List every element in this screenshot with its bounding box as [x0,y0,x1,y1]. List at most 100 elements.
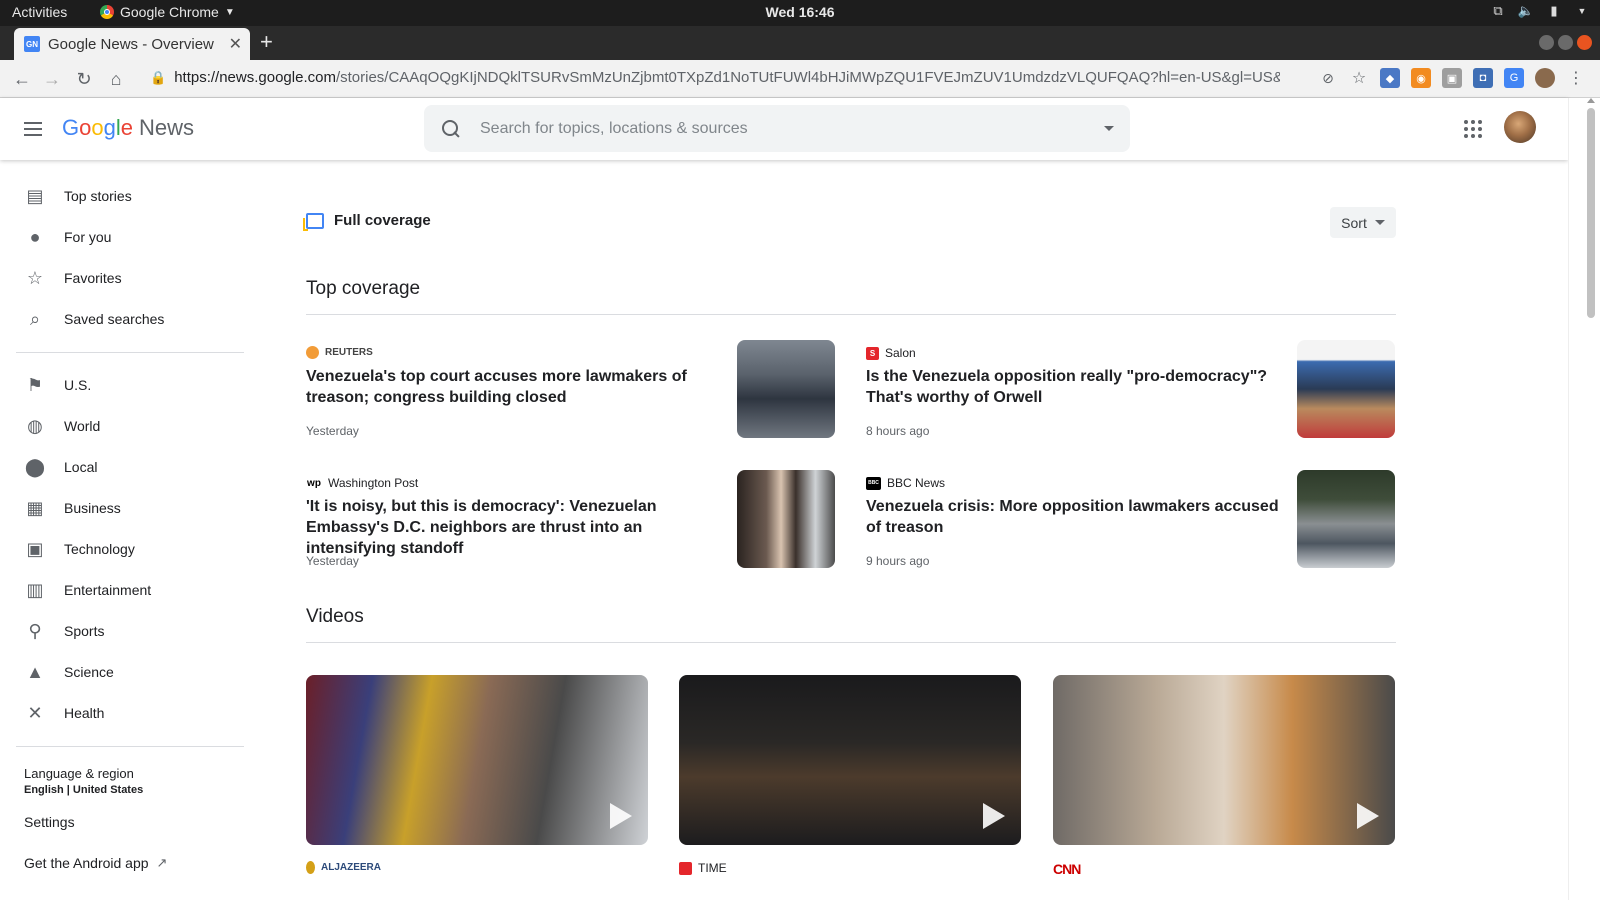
video-card[interactable]: CNN [1053,675,1395,897]
chevron-down-icon [1374,220,1385,225]
bbc-logo-icon: BBC [866,476,881,490]
video-card[interactable]: ALJAZEERA [306,675,648,897]
story-thumbnail[interactable] [1297,340,1395,438]
search-options-dropdown-icon[interactable] [1104,126,1114,131]
account-avatar[interactable] [1504,111,1536,143]
sidebar-item-health[interactable]: ✕ Health [24,702,104,724]
sidebar-item-science[interactable]: ▲ Science [24,661,114,683]
maximize-button[interactable] [1558,35,1573,50]
rss-icon[interactable]: ◉ [1411,68,1431,88]
sidebar-item-saved-searches[interactable]: ⌕ Saved searches [24,308,164,330]
sidebar-item-business[interactable]: ▦ Business [24,497,121,519]
close-window-button[interactable] [1577,35,1592,50]
clock[interactable]: Wed 16:46 [0,4,1600,20]
flag-icon: ⚑ [26,374,44,395]
hamburger-menu-icon[interactable] [24,117,46,141]
url-path: /stories/CAAqOQgKIjNDQklTSURvSmMzUnZjbmt… [335,69,1280,86]
google-news-logo[interactable]: Google News [62,115,194,141]
menu-kebab-icon[interactable]: ⋮ [1566,68,1586,88]
logo-letter: o [91,115,104,140]
google-news-favicon-icon: GN [24,36,40,52]
story-source[interactable]: wp Washington Post [306,476,418,490]
back-arrow-icon[interactable]: ← [10,67,34,91]
story-headline[interactable]: 'It is noisy, but this is democracy': Ve… [306,496,721,559]
system-tray[interactable]: ⧉ 🔈 ▮ ▼ [1490,3,1590,19]
search-icon[interactable] [440,118,462,140]
app-menu[interactable]: Google Chrome ▼ [100,4,235,20]
wrench-icon: ✕ [27,702,43,723]
battery-icon: ▮ [1550,3,1558,18]
extension-cap-icon[interactable]: ◆ [1380,68,1400,88]
android-app-link[interactable]: Get the Android app ↗ [24,855,167,871]
new-tab-button[interactable]: + [260,31,273,53]
page-scrollbar[interactable] [1568,98,1600,900]
play-icon[interactable] [983,803,1005,829]
sidebar-divider [16,746,244,747]
camera-icon[interactable]: ◘ [1473,68,1493,88]
video-source[interactable]: ALJAZEERA [306,861,381,874]
washington-post-logo-icon: wp [307,477,321,489]
play-icon[interactable] [1357,803,1379,829]
story-headline[interactable]: Is the Venezuela opposition really "pro-… [866,366,1281,408]
video-thumbnail[interactable] [306,675,648,845]
video-thumbnail[interactable] [679,675,1021,845]
story-source[interactable]: REUTERS [306,346,373,359]
story-headline[interactable]: Venezuela's top court accuses more lawma… [306,366,721,408]
language-region-link[interactable]: Language & region [24,766,134,781]
scroll-up-arrow-icon[interactable] [1587,98,1595,103]
settings-link[interactable]: Settings [24,814,75,830]
sort-button[interactable]: Sort [1330,207,1396,238]
story-card[interactable]: BBC BBC News Venezuela crisis: More oppo… [866,470,1396,576]
search-input[interactable] [480,119,1086,138]
sidebar-item-us[interactable]: ⚑ U.S. [24,374,91,396]
sidebar-item-favorites[interactable]: ☆ Favorites [24,267,122,289]
browser-toolbar: ← → ↻ ⌂ 🔒 https://news.google.com/stories… [0,60,1600,98]
translate-icon[interactable]: G [1504,68,1524,88]
story-headline[interactable]: Venezuela crisis: More opposition lawmak… [866,496,1281,538]
story-source[interactable]: S Salon [866,346,916,360]
blocked-icon[interactable]: ⊘ [1318,68,1338,88]
apps-grid-icon[interactable] [1464,120,1482,138]
sidebar-item-entertainment[interactable]: ▥ Entertainment [24,579,151,601]
bicycle-icon: ⚲ [28,620,42,641]
video-source[interactable]: TIME [679,861,727,875]
scrollbar-thumb[interactable] [1587,108,1595,318]
videos-title: Videos [306,606,364,627]
sidebar-item-local[interactable]: ⬤ Local [24,456,98,478]
sidebar-item-world[interactable]: ◍ World [24,415,100,437]
video-thumbnail[interactable] [1053,675,1395,845]
logo-letter: G [62,115,80,140]
forward-arrow-icon[interactable]: → [40,67,64,91]
story-thumbnail[interactable] [737,340,835,438]
story-time: 9 hours ago [866,554,930,568]
sidebar-item-top-stories[interactable]: ▤ Top stories [24,185,131,207]
profile-avatar-icon[interactable] [1535,68,1555,88]
video-source[interactable]: CNN [1053,861,1081,877]
story-card[interactable]: wp Washington Post 'It is noisy, but thi… [306,470,836,576]
video-card[interactable]: TIME [679,675,1021,897]
close-tab-icon[interactable]: ✕ [229,34,242,54]
play-icon[interactable] [610,803,632,829]
film-icon: ▥ [26,579,44,600]
story-source[interactable]: BBC BBC News [866,476,945,490]
location-pin-icon: ⬤ [24,456,46,477]
search-box[interactable] [424,105,1130,152]
sidebar-item-label: For you [64,229,112,245]
sidebar-item-sports[interactable]: ⚲ Sports [24,620,104,642]
star-icon[interactable]: ☆ [1349,68,1369,88]
activities-button[interactable]: Activities [12,4,67,20]
chip-icon: ▣ [26,538,44,559]
browser-tab[interactable]: GN Google News - Overview ✕ [14,28,250,60]
story-thumbnail[interactable] [737,470,835,568]
address-bar[interactable]: 🔒 https://news.google.com/stories/CAAqOQg… [150,69,1280,86]
sidebar-item-technology[interactable]: ▣ Technology [24,538,134,560]
story-thumbnail[interactable] [1297,470,1395,568]
sidebar-item-for-you[interactable]: ● For you [24,226,112,248]
home-icon[interactable]: ⌂ [104,67,128,91]
story-card[interactable]: REUTERS Venezuela's top court accuses mo… [306,340,836,446]
reload-icon[interactable]: ↻ [72,67,96,91]
sidebar-item-label: Business [64,500,121,516]
extension-puzzle-icon[interactable]: ▣ [1442,68,1462,88]
minimize-button[interactable] [1539,35,1554,50]
story-card[interactable]: S Salon Is the Venezuela opposition real… [866,340,1396,446]
